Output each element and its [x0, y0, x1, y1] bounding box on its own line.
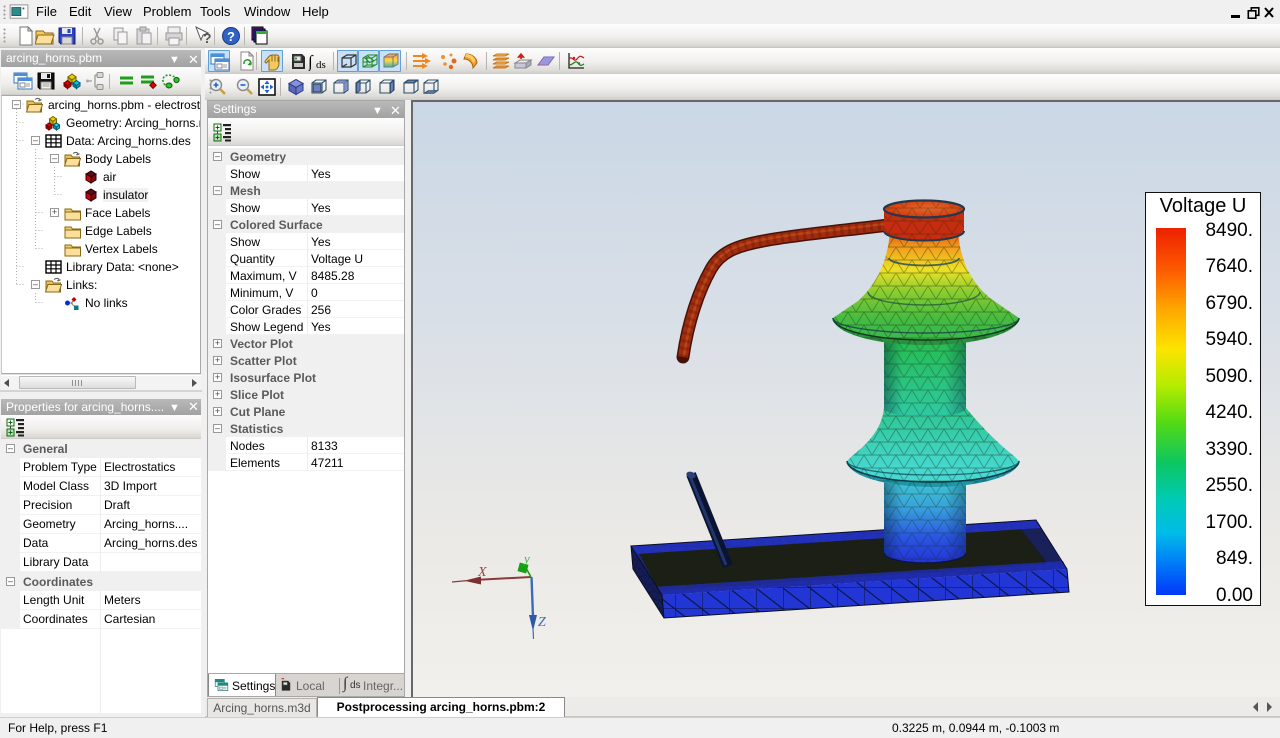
- svg-text:X: X: [477, 565, 487, 580]
- svg-text:?: ?: [227, 29, 235, 44]
- svg-text:Z: Z: [538, 615, 546, 630]
- svg-text:∫: ∫: [308, 52, 314, 71]
- svg-text:y: y: [522, 551, 530, 566]
- svg-text:ds: ds: [316, 59, 326, 71]
- svg-text:?: ?: [203, 30, 212, 46]
